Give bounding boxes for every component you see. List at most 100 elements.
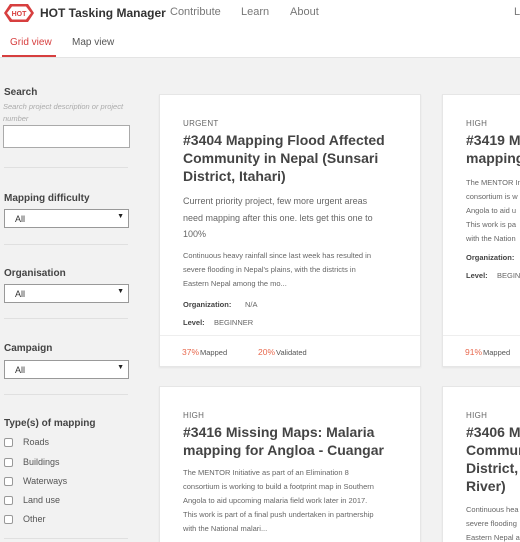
organisation-label: Organisation xyxy=(4,268,66,279)
checkbox[interactable] xyxy=(4,457,13,467)
desc-line: Eastern Nepal among the mo... xyxy=(183,279,287,288)
tab-grid-view[interactable]: Grid view xyxy=(10,37,52,48)
search-label: Search xyxy=(4,87,38,98)
search-input[interactable] xyxy=(3,125,130,148)
caret-down-icon: ▼ xyxy=(117,364,124,371)
card-footer: 37%Mapped 20%Validated xyxy=(160,335,420,366)
app-name: HOT Tasking Manager xyxy=(40,6,166,20)
type-checkbox-land-use[interactable]: Land use xyxy=(4,493,60,507)
organization-label: Organization: xyxy=(466,253,515,262)
divider xyxy=(4,244,128,245)
difficulty-select[interactable]: All ▼ xyxy=(4,209,129,228)
brand[interactable]: HOT HOT Tasking Manager xyxy=(4,2,166,24)
level-value: BEGIN xyxy=(497,271,520,280)
checkbox[interactable] xyxy=(4,514,13,524)
project-title[interactable]: #3416 Missing Maps: Malaria mapping for … xyxy=(183,423,384,459)
desc-line: The MENTOR Initiative as part of an Elim… xyxy=(183,468,349,477)
organisation-select[interactable]: All ▼ xyxy=(4,284,129,303)
logo-text: HOT xyxy=(12,11,28,18)
title-line: #3406 M xyxy=(466,424,520,440)
caret-down-icon: ▼ xyxy=(117,213,124,220)
project-title[interactable]: #3404 Mapping Flood Affected Community i… xyxy=(183,131,385,185)
mapping-types-label: Type(s) of mapping xyxy=(4,418,96,429)
project-description: The MENTOR Initiative as part of an Elim… xyxy=(183,466,418,536)
type-label: Land use xyxy=(23,495,61,505)
card-footer: 91%Mapped xyxy=(443,335,520,366)
type-checkbox-waterways[interactable]: Waterways xyxy=(4,474,67,488)
title-line: #3419 M xyxy=(466,132,520,148)
project-title[interactable]: #3419 M mapping xyxy=(466,131,520,167)
title-line: Community in Nepal (Sunsari xyxy=(183,150,379,166)
nav-contribute[interactable]: Contribute xyxy=(170,6,221,18)
project-description: Continuous hea severe flooding Eastern N… xyxy=(466,503,520,542)
desc-line: This work is pa xyxy=(466,220,517,229)
type-label: Roads xyxy=(23,437,50,447)
desc-line: Continuous heavy rainfall since last wee… xyxy=(183,251,372,260)
desc-line: consortium is w xyxy=(466,192,518,201)
nav-learn[interactable]: Learn xyxy=(241,6,269,18)
nav-login[interactable]: L xyxy=(514,6,520,18)
project-card-3404[interactable]: URGENT #3404 Mapping Flood Affected Comm… xyxy=(159,94,421,367)
top-navbar: HOT HOT Tasking Manager Contribute Learn… xyxy=(0,0,520,28)
active-tab-indicator xyxy=(2,55,56,57)
title-line: #3404 Mapping Flood Affected xyxy=(183,132,385,148)
tab-map-view[interactable]: Map view xyxy=(72,37,114,48)
subtitle-line: need mapping after this one. lets get th… xyxy=(183,212,373,223)
campaign-label: Campaign xyxy=(4,343,53,354)
checkbox[interactable] xyxy=(4,495,13,505)
divider xyxy=(4,167,128,168)
desc-line: Continuous hea xyxy=(466,505,519,514)
project-description: The MENTOR In consortium is w Angola to … xyxy=(466,176,520,246)
divider xyxy=(4,538,128,539)
validated-stat: 20%Validated xyxy=(258,347,307,357)
project-card-3406[interactable]: HIGH #3406 M Commun District, River) Con… xyxy=(442,386,520,542)
type-checkbox-other[interactable]: Other xyxy=(4,512,46,526)
project-card-3419[interactable]: HIGH #3419 M mapping The MENTOR In conso… xyxy=(442,94,520,367)
subtitle-line: Current priority project, few more urgen… xyxy=(183,196,368,206)
title-line: Commun xyxy=(466,442,520,458)
project-title[interactable]: #3406 M Commun District, River) xyxy=(466,423,520,495)
divider xyxy=(4,394,128,395)
type-checkbox-buildings[interactable]: Buildings xyxy=(4,455,60,469)
difficulty-value: All xyxy=(15,214,26,224)
level-label: Level: xyxy=(466,271,488,280)
campaign-value: All xyxy=(15,365,26,375)
organisation-value: All xyxy=(15,289,26,299)
level-label: Level: xyxy=(183,318,205,327)
search-hint: Search project description or project nu… xyxy=(3,102,124,123)
title-line: District, xyxy=(466,460,519,476)
project-card-3416[interactable]: HIGH #3416 Missing Maps: Malaria mapping… xyxy=(159,386,421,542)
hot-logo-icon: HOT xyxy=(4,4,34,22)
title-line: River) xyxy=(466,478,506,494)
type-label: Other xyxy=(23,514,46,524)
type-label: Buildings xyxy=(23,457,60,467)
desc-line: severe flooding xyxy=(466,519,517,528)
desc-line: The MENTOR In xyxy=(466,178,520,187)
validated-percent: 20% xyxy=(258,347,276,357)
project-description: Continuous heavy rainfall since last wee… xyxy=(183,249,413,291)
organization-value: N/A xyxy=(245,300,258,309)
desc-line: severe flooding in Nepal's plains, with … xyxy=(183,265,356,274)
subtitle-line: 100% xyxy=(183,229,207,239)
desc-line: This work is part of a final push undert… xyxy=(183,510,374,519)
divider xyxy=(4,318,128,319)
type-label: Waterways xyxy=(23,476,68,486)
view-tabs: Grid view Map view xyxy=(0,28,520,58)
title-line: District, Itahari) xyxy=(183,168,286,184)
mapped-percent: 91% xyxy=(465,347,483,357)
level-value: BEGINNER xyxy=(214,318,254,327)
desc-line: consortium is working to build a footpri… xyxy=(183,482,374,491)
difficulty-label: Mapping difficulty xyxy=(4,193,90,204)
mapped-percent: 37% xyxy=(182,347,200,357)
validated-label: Validated xyxy=(276,348,307,357)
nav-about[interactable]: About xyxy=(290,6,319,18)
type-checkbox-roads[interactable]: Roads xyxy=(4,435,49,449)
mapped-label: Mapped xyxy=(483,348,511,357)
campaign-select[interactable]: All ▼ xyxy=(4,360,129,379)
checkbox[interactable] xyxy=(4,476,13,486)
checkbox[interactable] xyxy=(4,437,13,447)
mapped-label: Mapped xyxy=(200,348,228,357)
desc-line: Angola to aid upcoming malaria field wor… xyxy=(183,496,368,505)
priority-label: URGENT xyxy=(183,119,219,128)
priority-label: HIGH xyxy=(466,411,488,420)
